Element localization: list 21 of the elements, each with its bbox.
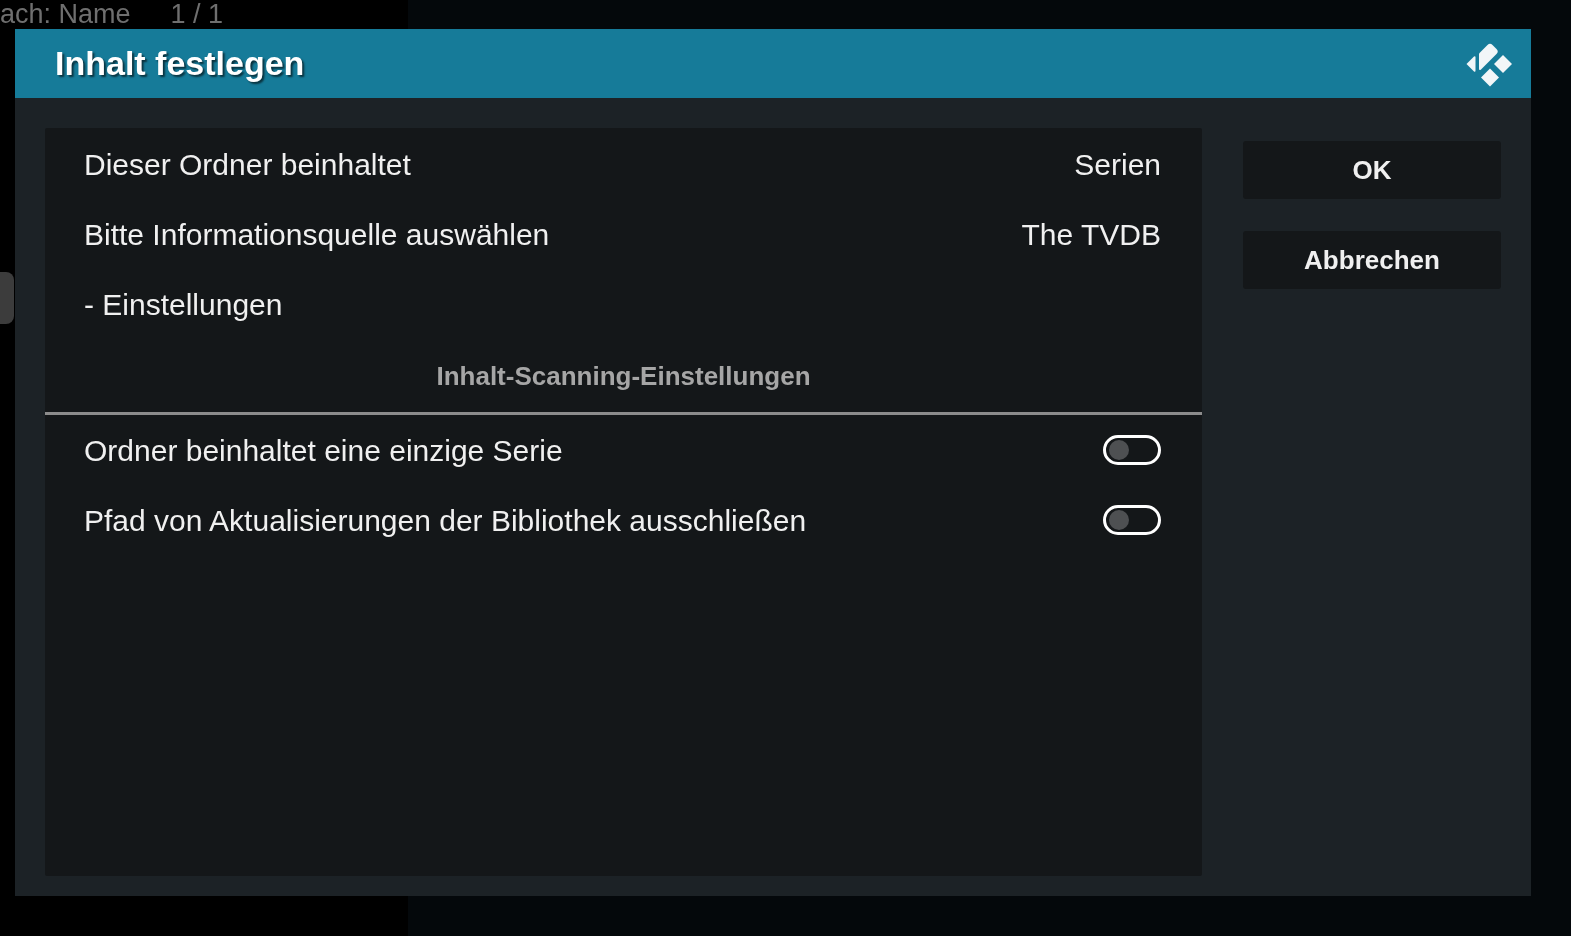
setting-row[interactable]: Dieser Ordner beinhaltet Serien xyxy=(45,129,1202,199)
setting-label: Dieser Ordner beinhaltet xyxy=(84,146,411,183)
dialog-button[interactable]: OK xyxy=(1243,141,1501,199)
dialog-title: Inhalt festlegen xyxy=(55,43,305,84)
setting-row[interactable]: - Einstellungen xyxy=(45,269,1202,339)
setting-label: Bitte Informationsquelle auswählen xyxy=(84,216,550,253)
section-heading: Inhalt-Scanning-Einstellungen xyxy=(436,360,811,393)
side-strip xyxy=(0,272,14,324)
dialog-button[interactable]: Abbrechen xyxy=(1243,231,1501,289)
toggle-switch[interactable] xyxy=(1103,435,1161,465)
setting-row[interactable]: Ordner beinhaltet eine einzige Serie xyxy=(45,415,1202,485)
setting-label: Ordner beinhaltet eine einzige Serie xyxy=(84,432,563,469)
setting-value: The TVDB xyxy=(1021,216,1161,253)
page-count: 1 / 1 xyxy=(170,0,224,28)
toggle-switch[interactable] xyxy=(1103,505,1161,535)
setting-value: Serien xyxy=(1074,146,1161,183)
sort-label: ach: Name xyxy=(0,0,131,28)
setting-label: Pfad von Aktualisierungen der Bibliothek ausschließen xyxy=(84,502,807,539)
setting-label: - Einstellungen xyxy=(84,286,283,323)
setting-row[interactable]: Pfad von Aktualisierungen der Bibliothek ausschließen xyxy=(45,485,1202,555)
setting-row[interactable]: Bitte Informationsquelle auswählen The TVDB xyxy=(45,199,1202,269)
